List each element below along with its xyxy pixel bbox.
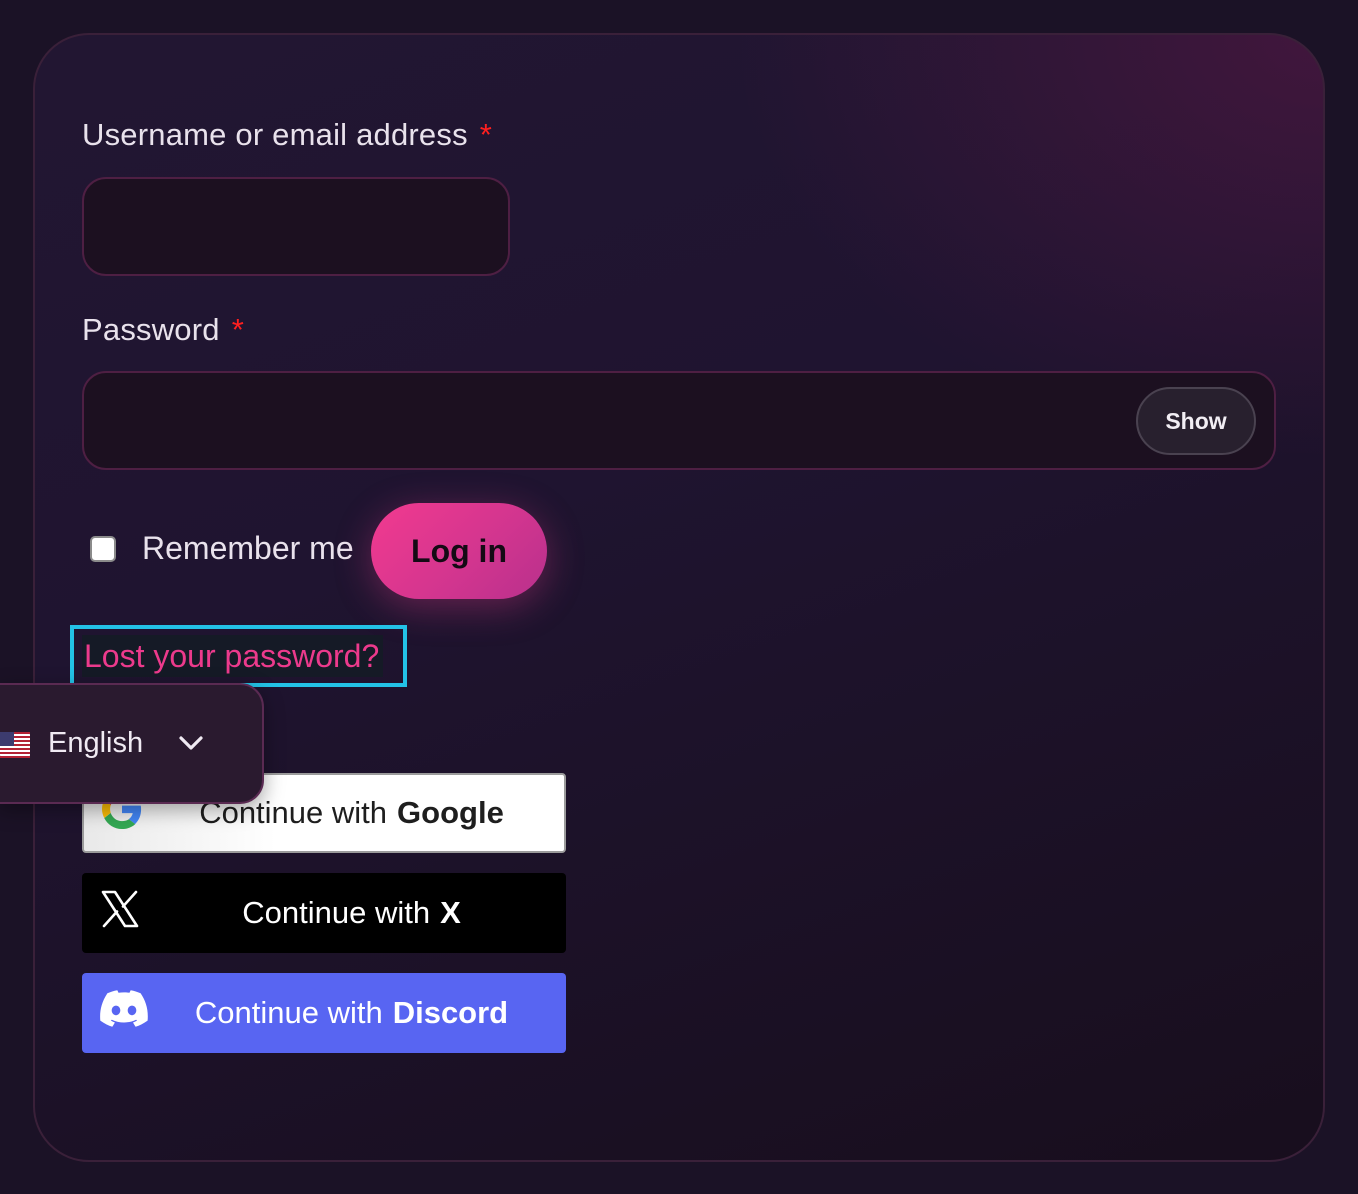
lost-password-link[interactable]: Lost your password? — [82, 635, 384, 677]
required-asterisk: * — [479, 117, 493, 152]
discord-icon — [100, 990, 148, 1036]
username-label: Username or email address * — [82, 117, 492, 153]
us-flag-icon — [0, 732, 30, 763]
language-selector[interactable]: English — [0, 683, 264, 804]
discord-button-prefix: Continue with — [194, 995, 383, 1030]
remember-me-label[interactable]: Remember me — [142, 530, 354, 567]
x-button-label: Continue with X — [187, 895, 461, 931]
continue-with-x-button[interactable]: Continue with X — [82, 873, 566, 953]
lost-password-focus-ring: Lost your password? — [70, 625, 407, 687]
login-button[interactable]: Log in — [371, 503, 547, 599]
username-input[interactable] — [82, 177, 510, 276]
x-logo-icon — [100, 889, 140, 937]
required-asterisk: * — [231, 312, 244, 347]
x-button-prefix: Continue with — [242, 895, 431, 930]
password-input[interactable] — [82, 371, 1276, 470]
discord-button-label: Continue with Discord — [140, 995, 508, 1031]
password-label: Password * — [82, 312, 244, 348]
password-label-text: Password — [82, 312, 220, 347]
show-password-button[interactable]: Show — [1136, 387, 1256, 455]
google-button-provider: Google — [397, 795, 504, 830]
username-label-text: Username or email address — [82, 117, 468, 152]
remember-me-checkbox[interactable] — [90, 536, 116, 562]
chevron-down-icon — [178, 733, 204, 758]
continue-with-discord-button[interactable]: Continue with Discord — [82, 973, 566, 1053]
discord-button-provider: Discord — [392, 995, 509, 1030]
x-button-provider: X — [440, 895, 461, 930]
language-selected-label: English — [48, 727, 144, 759]
